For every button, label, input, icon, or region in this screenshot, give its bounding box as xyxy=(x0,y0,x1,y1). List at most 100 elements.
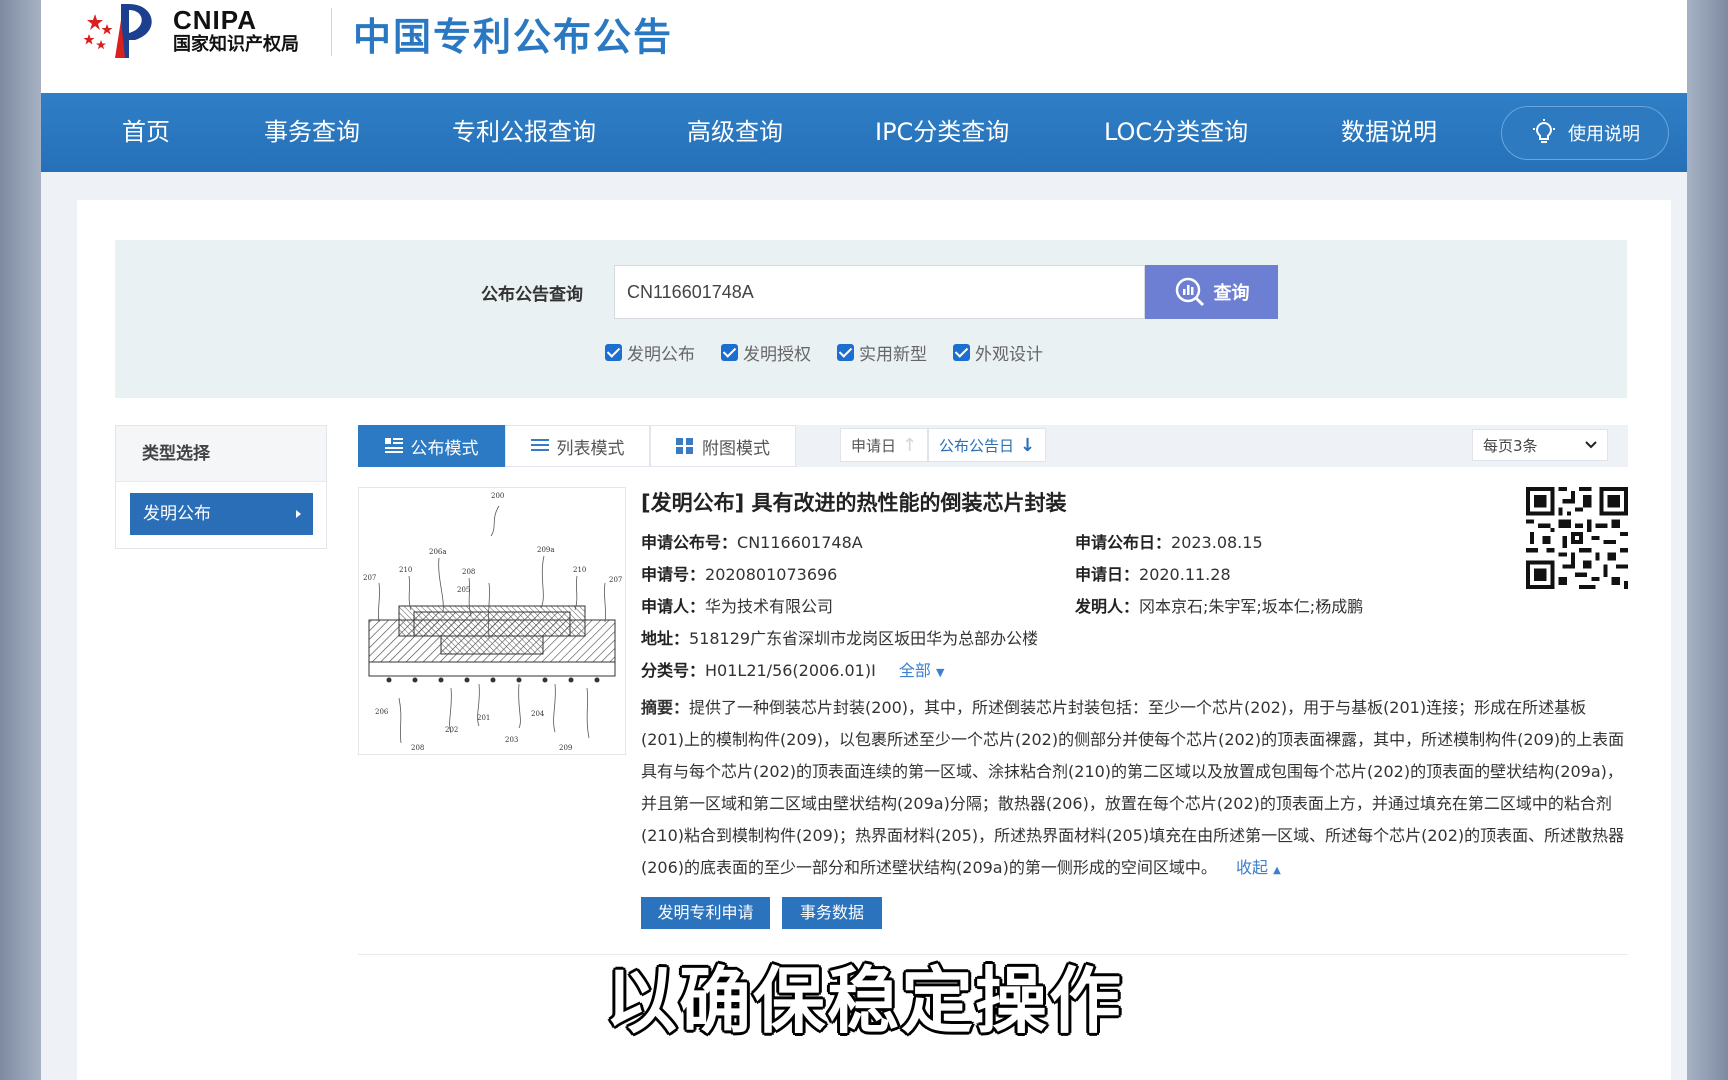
abstract-text: 提供了一种倒装芯片封装(200)，其中，所述倒装芯片封装包括：至少一个芯片(20… xyxy=(641,698,1625,877)
field-abstract: 摘要：提供了一种倒装芯片封装(200)，其中，所述倒装芯片封装包括：至少一个芯片… xyxy=(641,692,1626,887)
affairs-data-button[interactable]: 事务数据 xyxy=(782,897,882,929)
patent-drawing: 200 206a 209a 210 208 210 207 207 205 20… xyxy=(363,492,622,752)
result-item: 200 206a 209a 210 208 210 207 207 205 20… xyxy=(358,487,1628,929)
per-page-select[interactable]: 每页3条 xyxy=(1472,429,1608,461)
result-toolbar: 公布模式 列表模式 附图模式 申请日 ↑ 公布公告日 ↓ 每页3条 xyxy=(358,425,1628,467)
field-label: 申请日： xyxy=(1075,565,1140,584)
figure-label: 200 xyxy=(491,492,504,500)
field-value: 华为技术有限公司 xyxy=(705,597,834,616)
class-expand-label: 全部 xyxy=(898,661,931,680)
checkbox-checked-icon[interactable] xyxy=(721,344,738,361)
search-input[interactable]: CN116601748A xyxy=(614,265,1145,319)
field-value: 2020.11.28 xyxy=(1139,565,1231,584)
figure-label: 204 xyxy=(531,710,545,718)
checkbox-checked-icon[interactable] xyxy=(837,344,854,361)
figure-label: 202 xyxy=(445,726,458,734)
help-label: 使用说明 xyxy=(1568,124,1640,145)
mode-label: 附图模式 xyxy=(702,438,770,459)
cnipa-emblem-icon xyxy=(83,4,152,58)
field-class: 分类号：H01L21/56(2006.01)I 全部 ▼ xyxy=(641,657,944,681)
field-value: 518129广东省深圳市龙岗区坂田华为总部办公楼 xyxy=(689,629,1039,648)
nav-loc-query[interactable]: LOC分类查询 xyxy=(1104,93,1248,172)
search-label: 公布公告查询 xyxy=(481,285,583,305)
check-label: 实用新型 xyxy=(859,345,927,365)
field-app-no: 申请号：2020801073696 xyxy=(641,561,837,585)
check-invention-grant[interactable]: 发明授权 xyxy=(721,340,811,365)
collapse-label: 收起 xyxy=(1235,858,1268,877)
figure-label: 209 xyxy=(559,744,572,752)
sort-label: 公布公告日 xyxy=(938,436,1014,455)
main-nav: 首页 事务查询 专利公报查询 高级查询 IPC分类查询 LOC分类查询 数据说明… xyxy=(41,93,1687,172)
site-title: 中国专利公布公告 xyxy=(353,15,674,59)
arrow-down-icon: ↓ xyxy=(1019,434,1036,456)
help-button[interactable]: 使用说明 xyxy=(1501,106,1669,160)
logo-chinese: 国家知识产权局 xyxy=(173,34,299,55)
figure-label: 206a xyxy=(429,548,447,556)
cnipa-logo[interactable]: CNIPA 国家知识产权局 xyxy=(81,0,299,62)
search-button-label: 查询 xyxy=(1213,283,1250,304)
checkbox-checked-icon[interactable] xyxy=(953,344,970,361)
figure-label: 209a xyxy=(537,546,555,554)
check-invention-publication[interactable]: 发明公布 xyxy=(605,340,695,365)
result-title[interactable]: [发明公布] 具有改进的热性能的倒装芯片封装 xyxy=(641,487,1067,517)
nav-affairs-query[interactable]: 事务查询 xyxy=(264,93,360,172)
nav-home[interactable]: 首页 xyxy=(122,93,170,172)
field-label: 申请号： xyxy=(641,565,706,584)
search-panel: 公布公告查询 CN116601748A 查询 发明公布 发明授权 实用新型 外观… xyxy=(115,240,1627,398)
field-label: 申请公布日： xyxy=(1075,533,1172,552)
mode-publication[interactable]: 公布模式 xyxy=(358,425,505,467)
invention-application-button[interactable]: 发明专利申请 xyxy=(641,897,770,929)
page: CNIPA 国家知识产权局 中国专利公布公告 首页 事务查询 专利公报查询 高级… xyxy=(41,0,1687,1080)
sort-apply-date[interactable]: 申请日 ↑ xyxy=(840,428,928,462)
list-detail-icon xyxy=(384,438,403,453)
field-value: 2023.08.15 xyxy=(1171,533,1263,552)
logo-english: CNIPA xyxy=(173,5,257,35)
collapse-link[interactable]: 收起 ▲ xyxy=(1236,858,1281,877)
nav-gazette-query[interactable]: 专利公报查询 xyxy=(452,93,596,172)
field-label: 发明人： xyxy=(1075,597,1140,616)
field-value: 冈本京石;朱宇军;坂本仁;杨成鹏 xyxy=(1139,597,1364,616)
mode-list[interactable]: 列表模式 xyxy=(505,425,650,467)
nav-ipc-query[interactable]: IPC分类查询 xyxy=(875,93,1009,172)
type-checkboxes: 发明公布 发明授权 实用新型 外观设计 xyxy=(605,340,1043,365)
search-chart-icon xyxy=(1175,277,1204,307)
field-inventor: 发明人：冈本京石;朱宇军;坂本仁;杨成鹏 xyxy=(1075,593,1363,617)
field-applicant: 申请人：华为技术有限公司 xyxy=(641,593,833,617)
search-button[interactable]: 查询 xyxy=(1145,265,1278,319)
figure-label: 203 xyxy=(505,736,518,744)
caret-up-icon: ▲ xyxy=(1273,865,1281,876)
mode-figure[interactable]: 附图模式 xyxy=(650,425,796,467)
figure-label: 208 xyxy=(462,568,475,576)
type-select-title: 类型选择 xyxy=(116,426,326,482)
figure-label: 210 xyxy=(399,566,412,574)
figure-label: 201 xyxy=(477,714,490,722)
figure-label: 206 xyxy=(375,708,389,716)
figure-label: 205 xyxy=(457,586,470,594)
patent-figure-thumbnail[interactable]: 200 206a 209a 210 208 210 207 207 205 20… xyxy=(358,487,626,755)
video-subtitle: 以确保稳定操作 xyxy=(604,959,1123,1043)
logo-divider xyxy=(331,8,332,56)
field-label: 申请公布号： xyxy=(641,533,738,552)
sort-publication-date[interactable]: 公布公告日 ↓ xyxy=(928,428,1046,462)
field-pub-no: 申请公布号：CN116601748A xyxy=(641,529,863,553)
check-design[interactable]: 外观设计 xyxy=(953,340,1043,365)
type-item-invention-publication[interactable]: 发明公布 xyxy=(130,493,313,535)
qr-code-icon xyxy=(1526,487,1628,589)
nav-data-notes[interactable]: 数据说明 xyxy=(1341,93,1437,172)
per-page-value: 每页3条 xyxy=(1483,436,1538,455)
figure-label: 207 xyxy=(363,574,376,582)
list-icon xyxy=(530,439,549,451)
check-utility-model[interactable]: 实用新型 xyxy=(837,340,927,365)
grid-icon xyxy=(676,438,693,454)
nav-advanced-query[interactable]: 高级查询 xyxy=(687,93,783,172)
caret-down-icon: ▼ xyxy=(936,666,945,679)
lightbulb-icon xyxy=(1533,119,1555,143)
figure-label: 207 xyxy=(609,576,622,584)
check-label: 发明公布 xyxy=(627,345,695,365)
mode-label: 列表模式 xyxy=(556,438,625,459)
sort-label: 申请日 xyxy=(850,436,896,455)
class-expand-link[interactable]: 全部 ▼ xyxy=(899,661,945,680)
field-label: 申请人： xyxy=(641,597,706,616)
checkbox-checked-icon[interactable] xyxy=(605,344,622,361)
field-address: 地址：518129广东省深圳市龙岗区坂田华为总部办公楼 xyxy=(641,625,1038,649)
